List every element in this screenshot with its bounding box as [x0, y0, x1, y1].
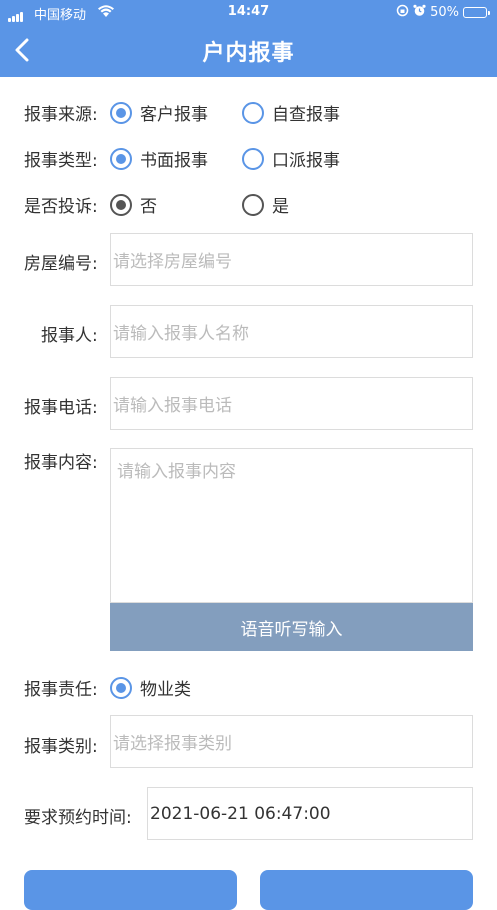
radio-checked-icon	[110, 101, 132, 124]
bottom-button-right[interactable]	[260, 870, 473, 910]
content-label: 报事内容:	[24, 453, 98, 473]
type-label: 报事类型:	[24, 151, 98, 171]
radio-label: 书面报事	[140, 151, 208, 171]
radio-unchecked-icon	[242, 101, 264, 124]
radio-type-verbal[interactable]: 口派报事	[242, 146, 340, 171]
phone-label: 报事电话:	[24, 398, 98, 418]
radio-responsibility-property[interactable]: 物业类	[110, 675, 191, 700]
radio-label: 是	[272, 197, 289, 217]
orientation-lock-icon	[396, 4, 409, 21]
radio-label: 客户报事	[140, 105, 208, 125]
radio-complaint-no[interactable]: 否	[110, 192, 157, 217]
radio-checked-icon	[110, 676, 132, 699]
radio-label: 否	[140, 197, 157, 217]
status-bar: 中国移动 14:47 50%	[0, 3, 497, 23]
complaint-label: 是否投诉:	[24, 197, 98, 217]
radio-source-customer[interactable]: 客户报事	[110, 100, 208, 125]
appointment-time-field[interactable]: 2021-06-21 06:47:00	[147, 787, 473, 840]
radio-type-written[interactable]: 书面报事	[110, 146, 208, 171]
alarm-icon	[413, 4, 426, 21]
reporter-label: 报事人:	[41, 326, 98, 346]
battery-percent: 50%	[430, 5, 459, 20]
radio-label: 自查报事	[272, 105, 340, 125]
status-right: 50%	[396, 4, 490, 21]
voice-input-button[interactable]: 语音听写输入	[110, 603, 473, 651]
radio-label: 物业类	[140, 680, 191, 700]
source-label: 报事来源:	[24, 105, 98, 125]
app-header: 中国移动 14:47 50% 户内报事	[0, 0, 497, 77]
radio-unchecked-icon	[242, 193, 264, 216]
appointment-label: 要求预约时间:	[24, 808, 132, 828]
category-select[interactable]: 请选择报事类别	[110, 715, 473, 768]
radio-source-self[interactable]: 自查报事	[242, 100, 340, 125]
radio-checked-icon	[110, 193, 132, 216]
house-no-select[interactable]: 请选择房屋编号	[110, 233, 473, 286]
radio-complaint-yes[interactable]: 是	[242, 192, 289, 217]
page-title: 户内报事	[202, 41, 295, 66]
content-textarea[interactable]: 请输入报事内容	[110, 448, 473, 603]
reporter-input[interactable]: 请输入报事人名称	[110, 305, 473, 358]
radio-unchecked-icon	[242, 147, 264, 170]
battery-icon	[463, 7, 490, 18]
category-label: 报事类别:	[24, 737, 98, 757]
phone-input[interactable]: 请输入报事电话	[110, 377, 473, 430]
radio-label: 口派报事	[272, 151, 340, 171]
bottom-button-left[interactable]	[24, 870, 237, 910]
house-no-label: 房屋编号:	[24, 254, 98, 274]
responsibility-label: 报事责任:	[24, 680, 98, 700]
radio-checked-icon	[110, 147, 132, 170]
